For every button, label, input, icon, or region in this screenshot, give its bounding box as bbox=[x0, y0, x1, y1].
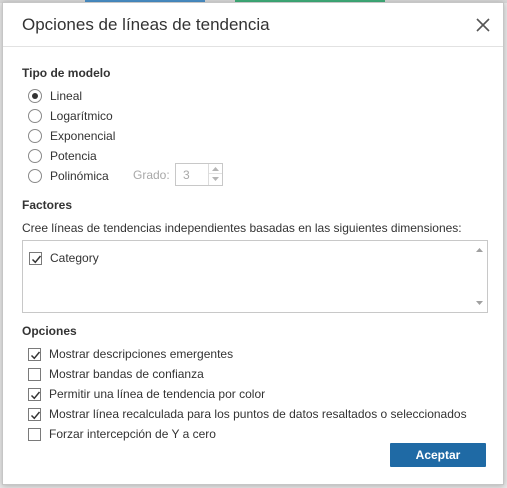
radio-logaritmico[interactable]: Logarítmico bbox=[28, 107, 113, 125]
radio-button-checked[interactable] bbox=[28, 89, 42, 103]
scroll-up-button[interactable] bbox=[475, 246, 484, 254]
options-label: Opciones bbox=[22, 324, 77, 338]
option-trendline-per-color[interactable]: Permitir una línea de tendencia por colo… bbox=[28, 385, 265, 403]
option-label: Forzar intercepción de Y a cero bbox=[49, 427, 216, 441]
dialog-title: Opciones de líneas de tendencia bbox=[22, 15, 270, 34]
factors-label: Factores bbox=[22, 198, 73, 212]
radio-button[interactable] bbox=[28, 169, 42, 183]
trendline-options-dialog: Opciones de líneas de tendencia Tipo de … bbox=[2, 2, 504, 485]
checkmark-icon bbox=[30, 411, 41, 419]
radio-label: Lineal bbox=[50, 89, 83, 103]
stepper-buttons bbox=[208, 164, 222, 185]
radio-polinomica[interactable]: Polinómica bbox=[28, 167, 109, 185]
radio-button[interactable] bbox=[28, 109, 42, 123]
scroll-down-button[interactable] bbox=[475, 299, 484, 307]
radio-label: Potencia bbox=[50, 149, 97, 163]
radio-label: Exponencial bbox=[50, 129, 116, 143]
checkmark-icon bbox=[30, 351, 41, 359]
dialog-title-bar: Opciones de líneas de tendencia bbox=[3, 3, 503, 47]
factors-listbox[interactable]: Category bbox=[22, 240, 488, 313]
radio-label: Logarítmico bbox=[50, 109, 113, 123]
factors-description: Cree líneas de tendencias independientes… bbox=[22, 221, 462, 235]
factor-item-label: Category bbox=[50, 251, 99, 265]
checkbox[interactable] bbox=[28, 427, 41, 441]
degree-label: Grado: bbox=[133, 168, 170, 182]
triangle-down-icon bbox=[476, 301, 483, 305]
stepper-up-button[interactable] bbox=[209, 164, 222, 174]
option-label: Mostrar bandas de confianza bbox=[49, 367, 204, 381]
accept-button[interactable]: Aceptar bbox=[390, 443, 486, 467]
radio-button[interactable] bbox=[28, 149, 42, 163]
checkbox-checked[interactable] bbox=[28, 387, 41, 401]
checkbox-checked[interactable] bbox=[28, 347, 41, 361]
checkmark-icon bbox=[30, 391, 41, 399]
degree-stepper[interactable]: 3 bbox=[175, 163, 223, 186]
chevron-up-icon bbox=[212, 166, 219, 171]
factor-item-category[interactable]: Category bbox=[29, 249, 99, 267]
option-force-y-intercept-zero[interactable]: Forzar intercepción de Y a cero bbox=[28, 425, 216, 443]
option-show-recalculated-line[interactable]: Mostrar línea recalculada para los punto… bbox=[28, 405, 467, 423]
checkbox-checked[interactable] bbox=[29, 251, 42, 265]
radio-button[interactable] bbox=[28, 129, 42, 143]
option-show-confidence-bands[interactable]: Mostrar bandas de confianza bbox=[28, 365, 204, 383]
model-type-label: Tipo de modelo bbox=[22, 66, 111, 80]
checkbox[interactable] bbox=[28, 367, 41, 381]
listbox-scrollbar[interactable] bbox=[472, 241, 487, 312]
close-icon bbox=[476, 18, 490, 32]
triangle-up-icon bbox=[476, 248, 483, 252]
option-show-tooltips[interactable]: Mostrar descripciones emergentes bbox=[28, 345, 233, 363]
option-label: Permitir una línea de tendencia por colo… bbox=[49, 387, 266, 401]
option-label: Mostrar descripciones emergentes bbox=[49, 347, 234, 361]
radio-label: Polinómica bbox=[50, 169, 109, 183]
checkmark-icon bbox=[31, 255, 42, 263]
degree-value: 3 bbox=[183, 168, 190, 182]
chevron-down-icon bbox=[212, 177, 219, 181]
stepper-down-button[interactable] bbox=[209, 174, 222, 184]
checkbox-checked[interactable] bbox=[28, 407, 41, 421]
radio-exponencial[interactable]: Exponencial bbox=[28, 127, 115, 145]
radio-potencia[interactable]: Potencia bbox=[28, 147, 97, 165]
option-label: Mostrar línea recalculada para los punto… bbox=[49, 407, 467, 421]
close-button[interactable] bbox=[473, 15, 493, 35]
radio-lineal[interactable]: Lineal bbox=[28, 87, 82, 105]
